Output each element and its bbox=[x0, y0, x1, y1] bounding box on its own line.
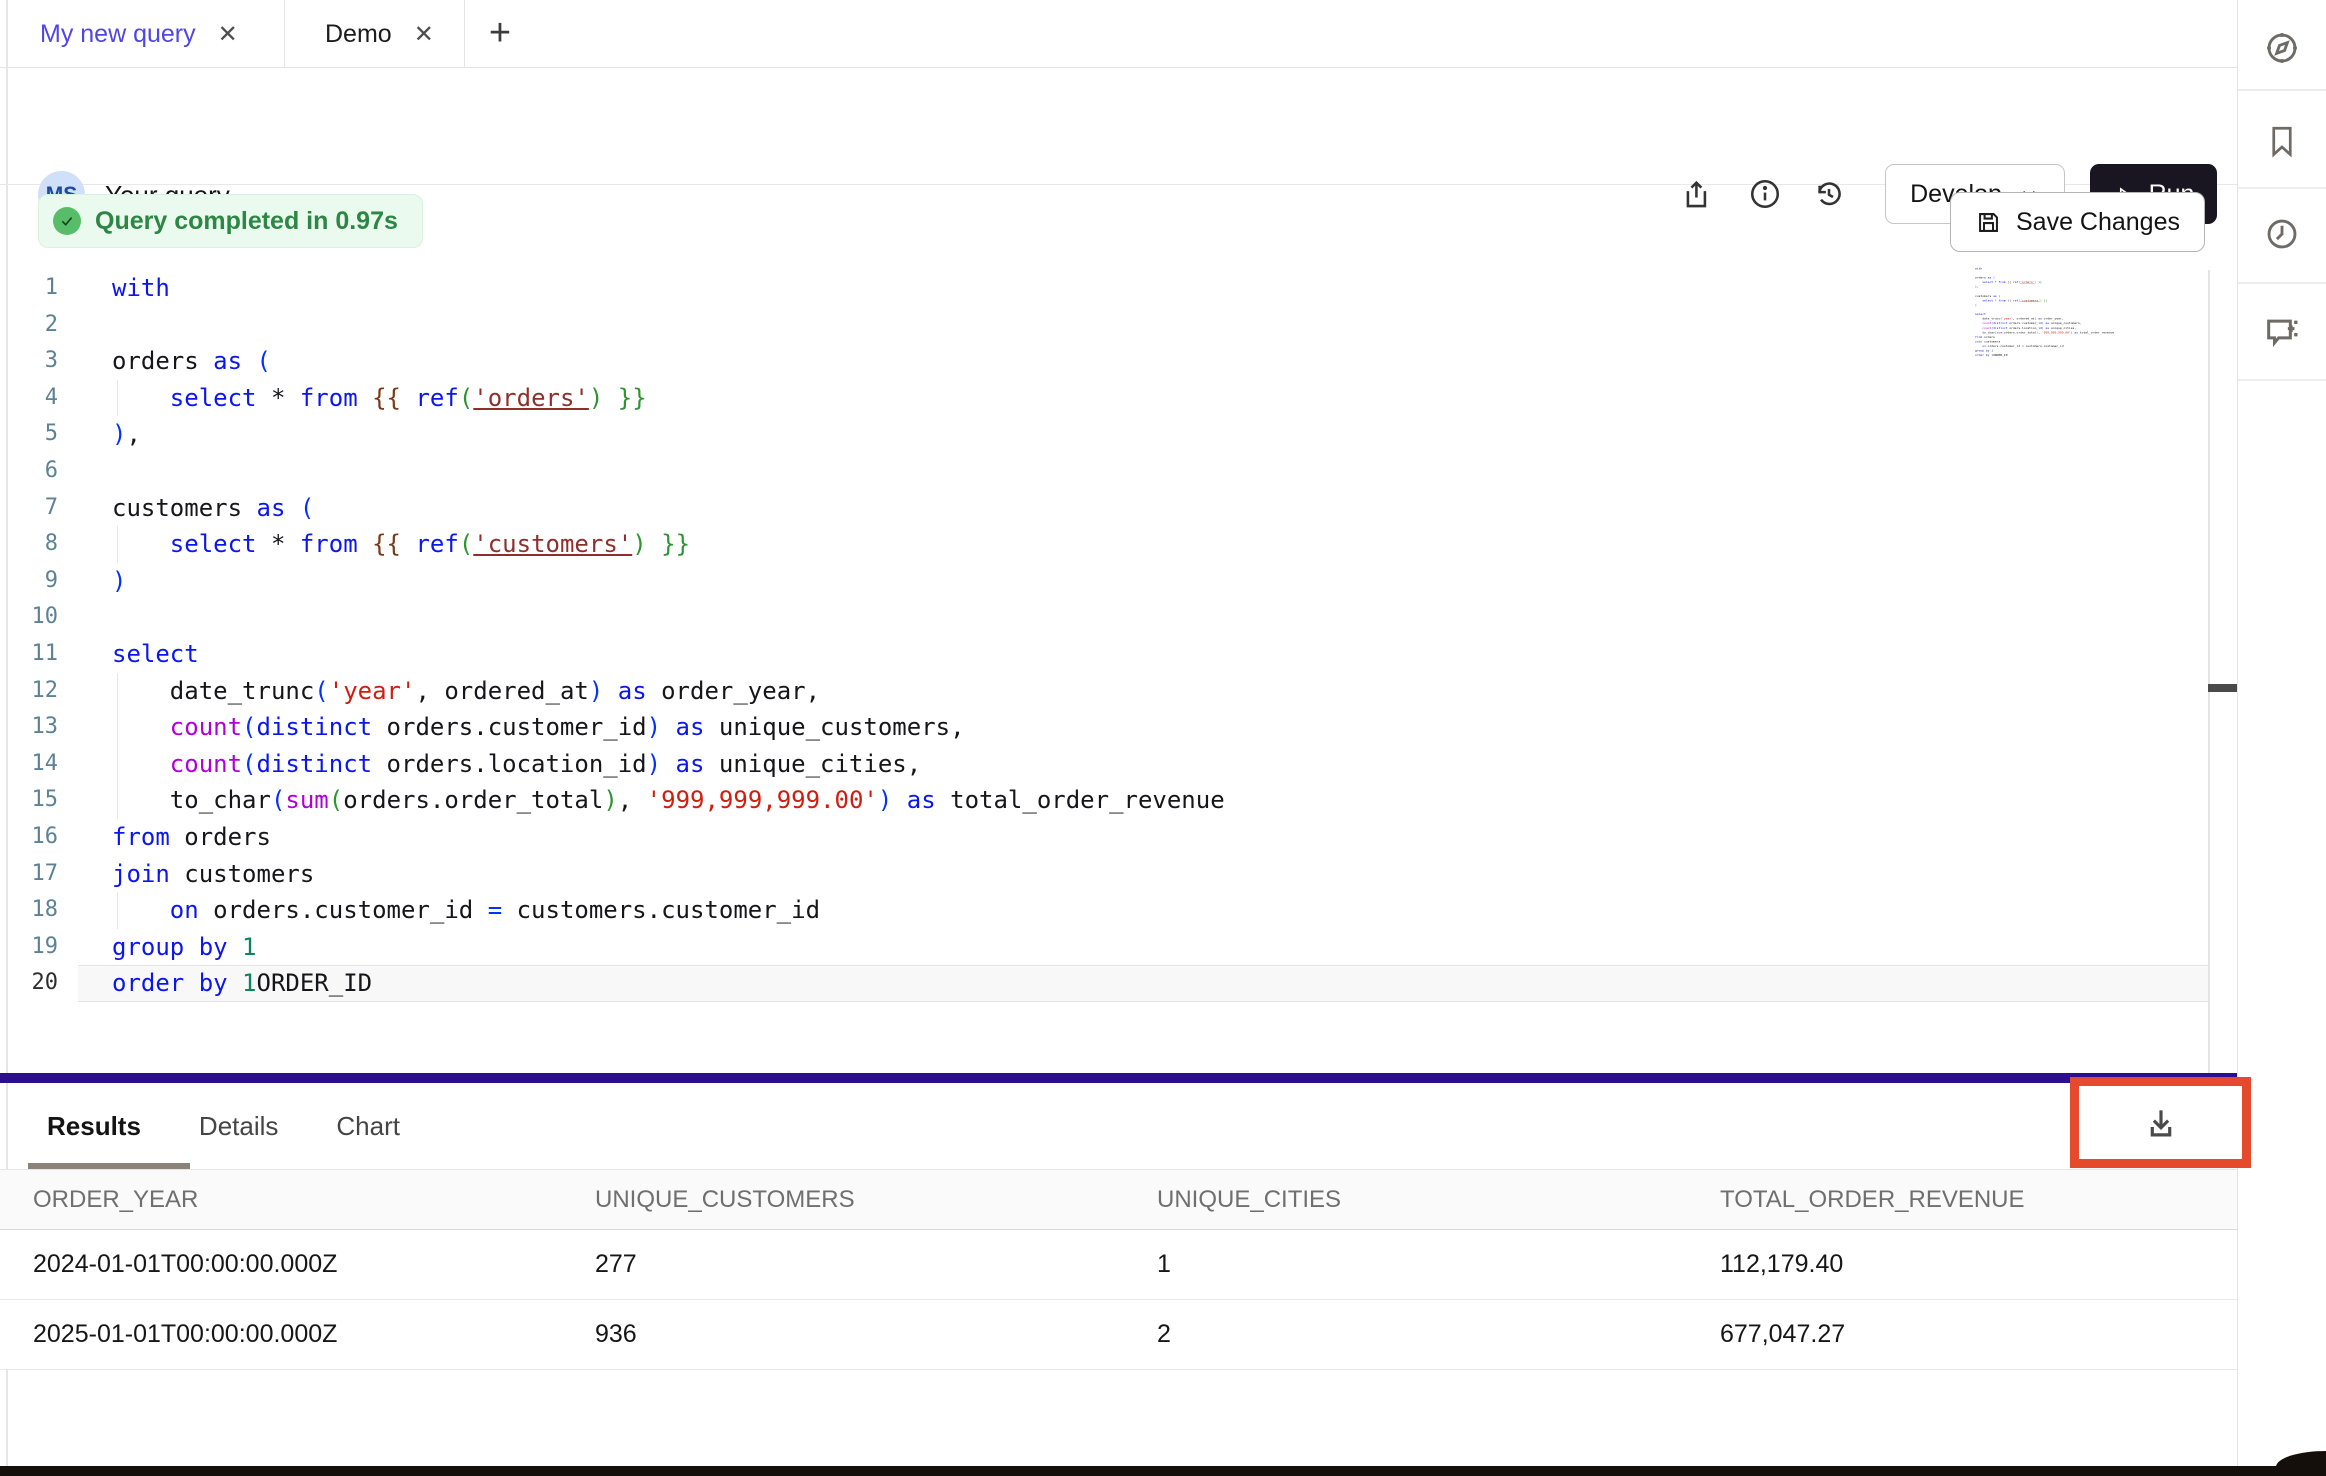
explore-button[interactable] bbox=[2238, 0, 2326, 95]
right-sidebar bbox=[2237, 0, 2326, 1476]
code-line: 4 select * from {{ ref('orders') }} bbox=[0, 380, 2237, 417]
table-cell: 277 bbox=[562, 1250, 1124, 1279]
code-line: 10 bbox=[0, 599, 2237, 636]
tab-label: My new query bbox=[40, 20, 196, 49]
editor-minimap[interactable]: withorders as ( select * from {{ ref('or… bbox=[1975, 266, 2140, 366]
screen-bottom-edge bbox=[0, 1466, 2326, 1476]
column-header: UNIQUE_CITIES bbox=[1124, 1186, 1687, 1214]
code-line: 3orders as ( bbox=[0, 343, 2237, 380]
active-tab-underline bbox=[28, 1163, 190, 1169]
code-line: 8 select * from {{ ref('customers') }} bbox=[0, 526, 2237, 563]
download-results-button[interactable] bbox=[2142, 1104, 2180, 1142]
tab-results[interactable]: Results bbox=[47, 1111, 141, 1142]
query-status-badge: Query completed in 0.97s bbox=[38, 194, 423, 248]
share-icon bbox=[1678, 177, 1712, 211]
code-line: 12 date_trunc('year', ordered_at) as ord… bbox=[0, 673, 2237, 710]
table-row: 2025-01-01T00:00:00.000Z9362677,047.27 bbox=[0, 1300, 2237, 1370]
tab-demo[interactable]: Demo ✕ bbox=[285, 0, 465, 68]
new-tab-button[interactable]: + bbox=[465, 0, 535, 67]
download-icon bbox=[2142, 1104, 2180, 1142]
save-icon bbox=[1975, 209, 2002, 236]
close-icon[interactable]: ✕ bbox=[218, 20, 238, 49]
info-button[interactable] bbox=[1747, 176, 1783, 212]
table-cell: 2 bbox=[1124, 1320, 1687, 1349]
query-header: MS Your query Develop Run bbox=[0, 68, 2237, 185]
table-row: 2024-01-01T00:00:00.000Z2771112,179.40 bbox=[0, 1230, 2237, 1300]
code-line: 15 to_char(sum(orders.order_total), '999… bbox=[0, 782, 2237, 819]
compass-icon bbox=[2263, 29, 2301, 67]
table-cell: 2025-01-01T00:00:00.000Z bbox=[0, 1320, 562, 1349]
minimap-code: withorders as ( select * from {{ ref('or… bbox=[1975, 266, 2140, 357]
check-circle-icon bbox=[53, 207, 81, 235]
close-icon[interactable]: ✕ bbox=[414, 20, 434, 49]
save-changes-button[interactable]: Save Changes bbox=[1950, 192, 2205, 252]
bookmarks-button[interactable] bbox=[2238, 93, 2326, 188]
code-lines: 1with23orders as (4 select * from {{ ref… bbox=[0, 270, 2237, 1002]
sql-editor[interactable]: 1with23orders as (4 select * from {{ ref… bbox=[0, 270, 2237, 1073]
code-line: 17join customers bbox=[0, 856, 2237, 893]
save-label: Save Changes bbox=[2016, 208, 2180, 237]
code-line: 11select bbox=[0, 636, 2237, 673]
table-cell: 1 bbox=[1124, 1250, 1687, 1279]
app-window: My new query ✕ Demo ✕ + MS Your query bbox=[0, 0, 2326, 1476]
code-line: 19group by 1 bbox=[0, 929, 2237, 966]
results-table: ORDER_YEARUNIQUE_CUSTOMERSUNIQUE_CITIEST… bbox=[0, 1170, 2237, 1370]
bookmark-icon bbox=[2264, 123, 2300, 159]
results-tab-bar: Results Details Chart bbox=[0, 1083, 2237, 1170]
code-line: 13 count(distinct orders.customer_id) as… bbox=[0, 709, 2237, 746]
ai-assistant-button[interactable] bbox=[2238, 284, 2326, 379]
code-line: 1with bbox=[0, 270, 2237, 307]
code-line: 7customers as ( bbox=[0, 490, 2237, 527]
code-line: 20order by 1ORDER_ID bbox=[0, 965, 2237, 1002]
status-text: Query completed in 0.97s bbox=[95, 207, 398, 236]
table-cell: 112,179.40 bbox=[1687, 1250, 2237, 1279]
annotation-highlight-box bbox=[2070, 1077, 2251, 1168]
divider bbox=[2238, 89, 2326, 91]
tab-bar: My new query ✕ Demo ✕ + bbox=[0, 0, 2237, 68]
table-body: 2024-01-01T00:00:00.000Z2771112,179.4020… bbox=[0, 1230, 2237, 1370]
clock-icon bbox=[2263, 215, 2301, 253]
table-header-row: ORDER_YEARUNIQUE_CUSTOMERSUNIQUE_CITIEST… bbox=[0, 1170, 2237, 1230]
share-button[interactable] bbox=[1677, 176, 1713, 212]
history-button[interactable] bbox=[1811, 176, 1847, 212]
code-line: 14 count(distinct orders.location_id) as… bbox=[0, 746, 2237, 783]
panel-splitter[interactable] bbox=[0, 1073, 2237, 1083]
tab-chart[interactable]: Chart bbox=[336, 1111, 400, 1142]
column-header: UNIQUE_CUSTOMERS bbox=[562, 1186, 1124, 1214]
tab-my-new-query[interactable]: My new query ✕ bbox=[0, 0, 285, 68]
code-line: 6 bbox=[0, 453, 2237, 490]
table-cell: 2024-01-01T00:00:00.000Z bbox=[0, 1250, 562, 1279]
column-header: TOTAL_ORDER_REVENUE bbox=[1687, 1186, 2237, 1214]
code-line: 5), bbox=[0, 416, 2237, 453]
tab-label: Demo bbox=[325, 20, 392, 49]
code-line: 2 bbox=[0, 307, 2237, 344]
column-header: ORDER_YEAR bbox=[0, 1186, 562, 1214]
tab-details[interactable]: Details bbox=[199, 1111, 278, 1142]
info-icon bbox=[1748, 177, 1782, 211]
code-line: order by 1ORDER_ID bbox=[1975, 353, 2140, 358]
history-panel-button[interactable] bbox=[2238, 186, 2326, 281]
editor-gutter-divider bbox=[2208, 270, 2210, 1073]
chat-sparkles-icon bbox=[2262, 312, 2302, 352]
code-line: 18 on orders.customer_id = customers.cus… bbox=[0, 892, 2237, 929]
table-cell: 936 bbox=[562, 1320, 1124, 1349]
code-line: 9) bbox=[0, 563, 2237, 600]
scrollbar-handle[interactable] bbox=[2208, 684, 2237, 692]
table-cell: 677,047.27 bbox=[1687, 1320, 2237, 1349]
divider bbox=[2238, 379, 2326, 381]
code-line: 16from orders bbox=[0, 819, 2237, 856]
history-icon bbox=[1812, 177, 1846, 211]
